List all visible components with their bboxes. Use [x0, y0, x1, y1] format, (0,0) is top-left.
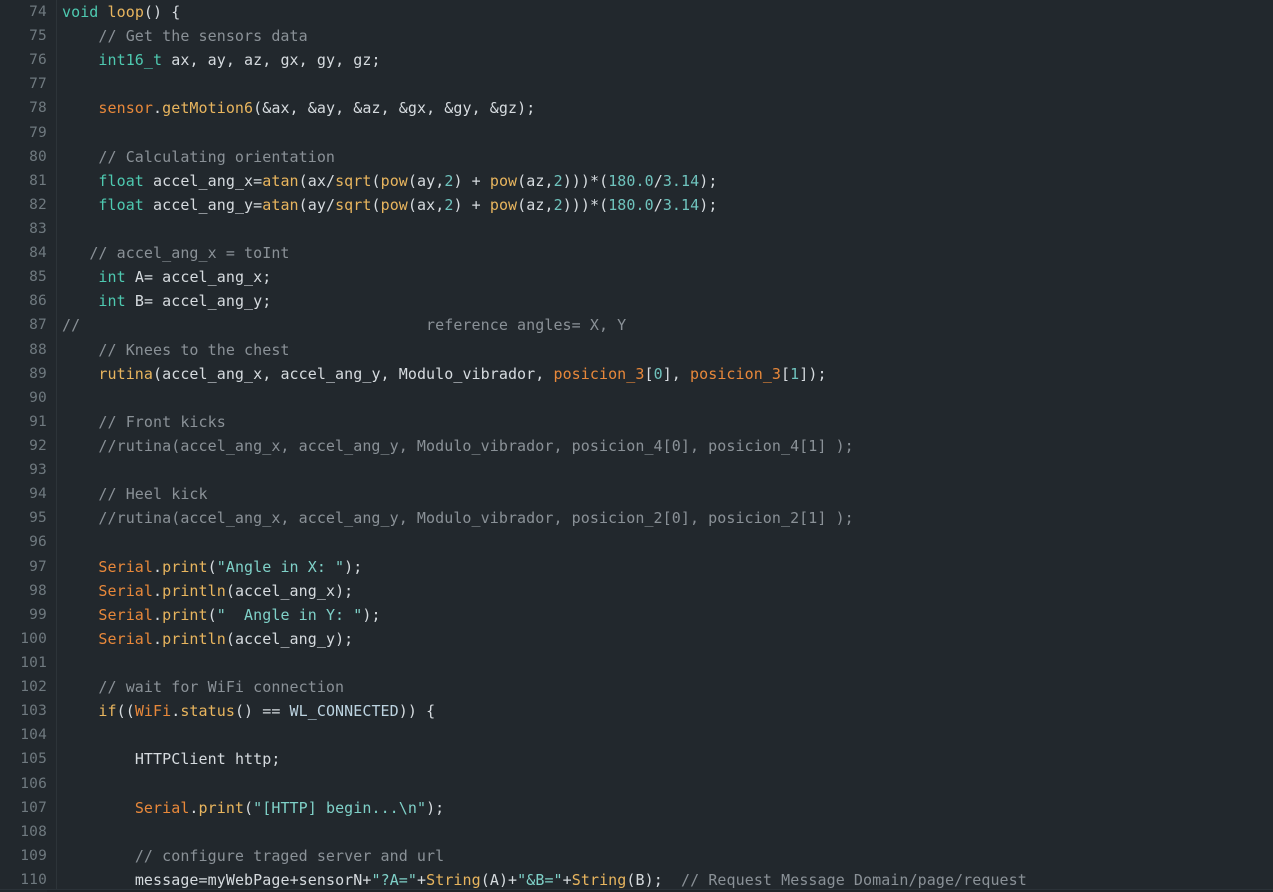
code-line[interactable]: // wait for WiFi connection	[62, 675, 1273, 699]
line-number: 78	[29, 100, 47, 117]
code-line[interactable]: Serial.print("Angle in X: ");	[62, 555, 1273, 579]
code-line[interactable]	[62, 386, 1273, 410]
line-number: 99	[29, 606, 47, 623]
code-line[interactable]	[62, 217, 1273, 241]
code-content-area[interactable]: void loop() { // Get the sensors data in…	[62, 0, 1273, 890]
code-line[interactable]: float accel_ang_y=atan(ay/sqrt(pow(ax,2)…	[62, 193, 1273, 217]
code-line[interactable]: // Front kicks	[62, 410, 1273, 434]
line-number: 95	[29, 510, 47, 527]
code-line[interactable]: Serial.print("[HTTP] begin...\n");	[62, 796, 1273, 820]
code-line[interactable]: int16_t ax, ay, az, gx, gy, gz;	[62, 48, 1273, 72]
code-editor[interactable]: 74 75 76 77 78 79 80 81 82 83 84 85 86 87 88 89 90 91 92 93…	[0, 0, 1273, 892]
code-line[interactable]: float accel_ang_x=atan(ax/sqrt(pow(ay,2)…	[62, 169, 1273, 193]
line-number: 85	[29, 269, 47, 286]
code-line[interactable]: void loop() {	[62, 0, 1273, 24]
code-lines[interactable]: void loop() { // Get the sensors data in…	[62, 0, 1273, 890]
line-number: 103	[20, 703, 47, 720]
code-line[interactable]: // Calculating orientation	[62, 145, 1273, 169]
line-number: 91	[29, 413, 47, 430]
line-number: 77	[29, 76, 47, 93]
line-number: 86	[29, 293, 47, 310]
code-line[interactable]: sensor.getMotion6(&ax, &ay, &az, &gx, &g…	[62, 96, 1273, 120]
line-number: 79	[29, 124, 47, 141]
line-number: 104	[20, 727, 47, 744]
code-line[interactable]: // Get the sensors data	[62, 24, 1273, 48]
gutter-separator	[47, 0, 62, 890]
code-line[interactable]	[62, 651, 1273, 675]
line-number: 89	[29, 365, 47, 382]
line-number: 87	[29, 317, 47, 334]
code-line[interactable]	[62, 820, 1273, 844]
line-number: 83	[29, 220, 47, 237]
code-line[interactable]: //rutina(accel_ang_x, accel_ang_y, Modul…	[62, 506, 1273, 530]
code-line[interactable]	[62, 72, 1273, 96]
code-line[interactable]: // configure traged server and url	[62, 844, 1273, 868]
line-number: 96	[29, 534, 47, 551]
code-line[interactable]: // reference angles= X, Y	[62, 313, 1273, 337]
code-line[interactable]: //rutina(accel_ang_x, accel_ang_y, Modul…	[62, 434, 1273, 458]
code-line[interactable]: HTTPClient http;	[62, 747, 1273, 771]
line-number: 90	[29, 389, 47, 406]
code-line[interactable]	[62, 458, 1273, 482]
line-number: 74	[29, 4, 47, 20]
code-line[interactable]: rutina(accel_ang_x, accel_ang_y, Modulo_…	[62, 362, 1273, 386]
code-line[interactable]	[62, 530, 1273, 554]
line-number: 101	[20, 654, 47, 671]
line-number: 109	[20, 847, 47, 864]
code-line[interactable]: message=myWebPage+sensorN+"?A="+String(A…	[62, 868, 1273, 890]
line-number: 88	[29, 341, 47, 358]
code-line[interactable]: Serial.println(accel_ang_y);	[62, 627, 1273, 651]
code-line[interactable]: // Heel kick	[62, 482, 1273, 506]
code-line[interactable]: Serial.print(" Angle in Y: ");	[62, 603, 1273, 627]
line-number: 100	[20, 630, 47, 647]
code-line[interactable]: // accel_ang_x = toInt	[62, 241, 1273, 265]
line-number: 108	[20, 823, 47, 840]
code-line[interactable]: if((WiFi.status() == WL_CONNECTED)) {	[62, 699, 1273, 723]
code-line[interactable]: Serial.println(accel_ang_x);	[62, 579, 1273, 603]
line-number: 76	[29, 52, 47, 69]
code-line[interactable]: // Knees to the chest	[62, 338, 1273, 362]
line-number: 102	[20, 679, 47, 696]
line-number: 93	[29, 462, 47, 479]
line-number: 92	[29, 437, 47, 454]
code-line[interactable]	[62, 723, 1273, 747]
code-line[interactable]: int A= accel_ang_x;	[62, 265, 1273, 289]
line-number: 75	[29, 28, 47, 45]
line-number: 105	[20, 751, 47, 768]
code-line[interactable]	[62, 772, 1273, 796]
code-line[interactable]	[62, 121, 1273, 145]
line-number: 106	[20, 775, 47, 792]
line-number: 84	[29, 245, 47, 262]
code-line[interactable]: int B= accel_ang_y;	[62, 289, 1273, 313]
line-number: 98	[29, 582, 47, 599]
line-number: 81	[29, 172, 47, 189]
line-number: 107	[20, 799, 47, 816]
line-number: 94	[29, 486, 47, 503]
line-number: 82	[29, 196, 47, 213]
line-number-gutter: 74 75 76 77 78 79 80 81 82 83 84 85 86 87 88 89 90 91 92 93…	[0, 0, 47, 892]
line-number: 97	[29, 558, 47, 575]
line-number: 80	[29, 148, 47, 165]
